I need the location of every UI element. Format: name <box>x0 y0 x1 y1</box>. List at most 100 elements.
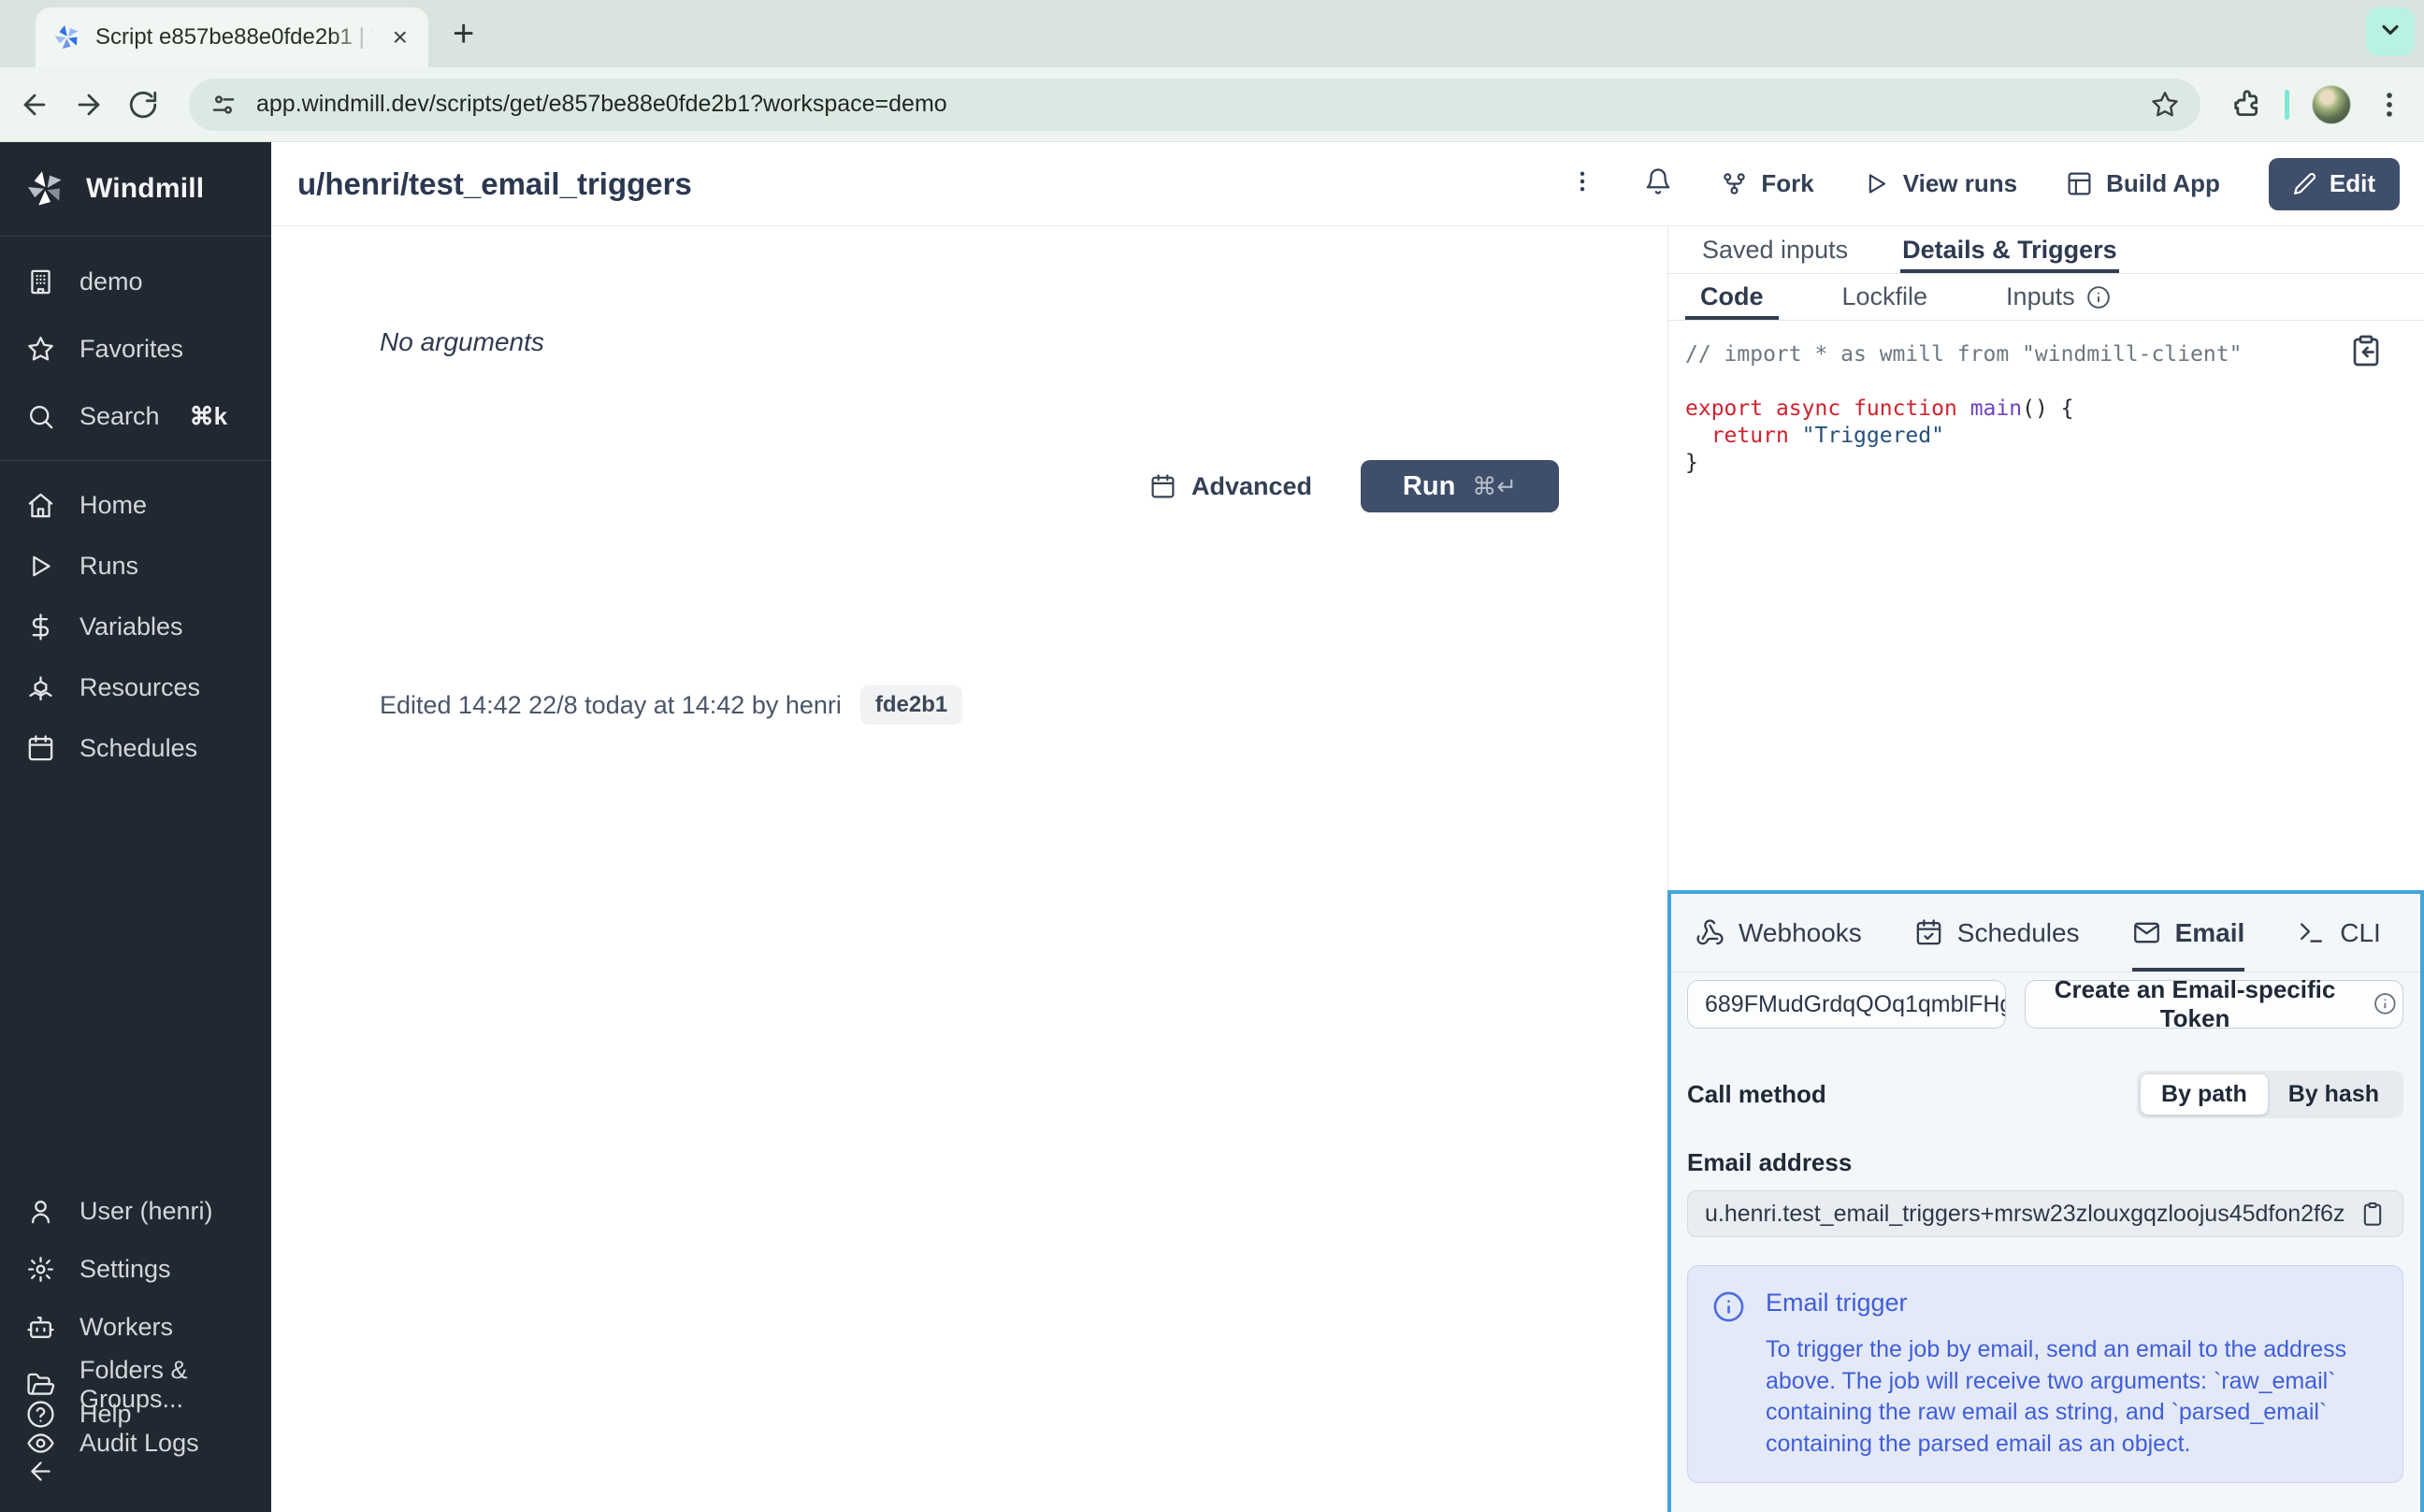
notifications-button[interactable] <box>1644 167 1672 200</box>
tab-close-icon[interactable]: × <box>387 22 413 52</box>
sidebar-item-user-henri[interactable]: User (henri) <box>0 1182 271 1240</box>
sidebar-item-label: Search <box>79 402 160 431</box>
new-tab-button[interactable]: + <box>453 15 474 52</box>
sidebar-item-variables[interactable]: Variables <box>0 597 271 657</box>
sidebar-nav-group: Home Runs VariablesResources Schedules <box>0 461 271 779</box>
sidebar-footer-group: Help <box>0 1385 271 1499</box>
tab-label: CLI <box>2340 918 2381 948</box>
sidebar-item-favorites[interactable]: Favorites <box>0 315 271 382</box>
copy-code-button[interactable] <box>2349 334 2383 367</box>
windmill-brand[interactable]: Windmill <box>0 142 271 236</box>
forward-icon[interactable] <box>73 89 105 121</box>
create-email-token-label: Create an Email-specific Token <box>2031 975 2359 1033</box>
trigger-tab-email[interactable]: Email <box>2132 894 2245 972</box>
sidebar-collapse-button[interactable] <box>0 1443 271 1499</box>
trigger-tab-webhooks[interactable]: Webhooks <box>1695 894 1862 972</box>
edit-button[interactable]: Edit <box>2269 158 2400 210</box>
reload-icon[interactable] <box>127 89 159 121</box>
sidebar-item-label: Settings <box>79 1255 171 1284</box>
tab-details-triggers[interactable]: Details & Triggers <box>1900 226 2119 273</box>
calendar-icon <box>1149 473 1176 500</box>
tab-label: Lockfile <box>1842 282 1928 311</box>
table-icon <box>2066 170 2093 197</box>
tab-inputs[interactable]: Inputs <box>1991 274 2126 320</box>
email-address-label: Email address <box>1687 1148 2403 1177</box>
code-tabs: Code Lockfile Inputs <box>1668 274 2424 321</box>
tab-saved-inputs[interactable]: Saved inputs <box>1700 226 1850 273</box>
sidebar-item-help[interactable]: Help <box>0 1385 271 1443</box>
call-method-option-by-hash[interactable]: By hash <box>2268 1074 2400 1115</box>
fork-button[interactable]: Fork <box>1721 169 1813 198</box>
back-icon[interactable] <box>19 89 50 121</box>
email-address-field[interactable]: u.henri.test_email_triggers+mrsw23zlouxg… <box>1687 1190 2403 1237</box>
site-settings-icon[interactable] <box>209 91 238 119</box>
view-runs-button[interactable]: View runs <box>1863 169 2017 198</box>
code-line: return "Triggered" <box>1685 423 2398 450</box>
browser-tab[interactable]: Script e857be88e0fde2b1 | W × <box>36 7 428 67</box>
help-icon <box>26 1400 55 1429</box>
call-method-row: Call method By pathBy hash <box>1687 1071 2403 1118</box>
home-icon <box>26 491 55 520</box>
play-icon <box>26 552 55 581</box>
details-panel: Saved inputs Details & Triggers Code Lockf… <box>1667 226 2424 1512</box>
page-title: u/henri/test_email_triggers <box>297 166 1569 202</box>
advanced-button[interactable]: Advanced <box>1149 472 1312 501</box>
sidebar-item-label: demo <box>79 267 143 296</box>
browser-toolbar: app.windmill.dev/scripts/get/e857be88e0f… <box>0 67 2424 142</box>
sidebar-item-workers[interactable]: Workers <box>0 1298 271 1356</box>
tab-label: Email <box>2175 918 2245 948</box>
tab-label: Webhooks <box>1739 918 1862 948</box>
trigger-tab-cli[interactable]: CLI <box>2297 894 2381 972</box>
sidebar-item-home[interactable]: Home <box>0 475 271 536</box>
terminal-icon <box>2297 918 2326 947</box>
triggers-panel: Webhooks Schedules Email CLI 689FMudGrdqQOq… <box>1667 890 2424 1512</box>
more-options-button[interactable] <box>1569 168 1595 199</box>
version-hash-badge[interactable]: fde2b1 <box>860 685 962 725</box>
windmill-logo-icon <box>24 167 67 210</box>
avatar[interactable] <box>2312 85 2351 124</box>
sidebar-item-resources[interactable]: Resources <box>0 657 271 718</box>
url-bar[interactable]: app.windmill.dev/scripts/get/e857be88e0f… <box>189 79 2200 131</box>
mail-icon <box>2132 918 2161 947</box>
browser-menu-icon[interactable] <box>2374 89 2405 121</box>
header-actions: Fork View runs Build App Edit <box>1569 158 2400 210</box>
clipboard-icon[interactable] <box>2359 1201 2386 1227</box>
build-app-button[interactable]: Build App <box>2066 169 2220 198</box>
calendar-check-icon <box>1914 918 1943 947</box>
trigger-tab-schedules[interactable]: Schedules <box>1914 894 2080 972</box>
chevron-down-icon <box>2377 17 2403 48</box>
clipboard-import-icon <box>2349 349 2383 373</box>
run-area: No arguments Advanced Run ⌘↵ Edited 14:4… <box>271 226 1667 1512</box>
sidebar: Windmill demo FavoritesSearch⌘k Home Runs V… <box>0 142 271 1512</box>
dollar-icon <box>26 612 55 641</box>
fork-icon <box>1721 170 1748 197</box>
button-label: Build App <box>2106 169 2220 198</box>
extensions-icon[interactable] <box>2230 89 2262 121</box>
app-frame: Windmill demo FavoritesSearch⌘k Home Runs V… <box>0 142 2424 1512</box>
bookmark-star-icon[interactable] <box>2150 90 2180 120</box>
sidebar-item-runs[interactable]: Runs <box>0 536 271 597</box>
email-token-input[interactable]: 689FMudGrdqQOq1qmblFHgaN <box>1687 980 2006 1029</box>
webhook-icon <box>1695 918 1724 947</box>
windmill-favicon-icon <box>52 22 82 52</box>
sidebar-item-settings[interactable]: Settings <box>0 1240 271 1298</box>
call-method-option-by-path[interactable]: By path <box>2141 1074 2268 1115</box>
sidebar-item-label: Help <box>79 1400 132 1429</box>
brand-name: Windmill <box>86 173 204 205</box>
url-text[interactable]: app.windmill.dev/scripts/get/e857be88e0f… <box>256 91 2131 118</box>
trigger-tabs: Webhooks Schedules Email CLI <box>1671 894 2420 972</box>
sidebar-item-search[interactable]: Search⌘k <box>0 382 271 450</box>
run-button[interactable]: Run ⌘↵ <box>1361 460 1559 512</box>
tab-lockfile[interactable]: Lockfile <box>1827 274 1943 320</box>
sidebar-item-label: User (henri) <box>79 1197 213 1226</box>
sidebar-item-demo[interactable]: demo <box>0 248 271 315</box>
tab-code[interactable]: Code <box>1685 274 1779 320</box>
tab-search-button[interactable] <box>2366 7 2415 56</box>
sidebar-item-label: Runs <box>79 552 138 581</box>
sidebar-item-label: Schedules <box>79 734 197 763</box>
email-trigger-info-text: Email trigger To trigger the job by emai… <box>1766 1289 2378 1460</box>
create-email-token-button[interactable]: Create an Email-specific Token <box>2025 980 2403 1029</box>
sidebar-item-schedules[interactable]: Schedules <box>0 718 271 779</box>
robot-icon <box>26 1313 55 1342</box>
edited-text: Edited 14:42 22/8 today at 14:42 by henr… <box>380 691 842 720</box>
